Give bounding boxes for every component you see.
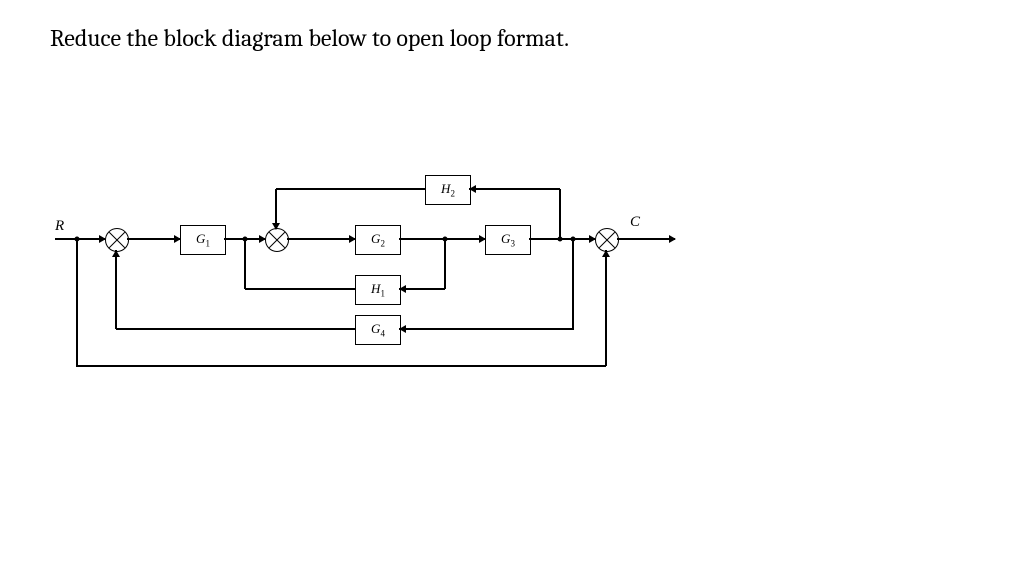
output-label: C bbox=[630, 214, 640, 231]
wire bbox=[244, 239, 246, 289]
wire bbox=[115, 250, 117, 329]
arrowhead-icon bbox=[469, 185, 476, 193]
arrowhead-icon bbox=[99, 235, 106, 243]
block-diagram: R C G1 G2 G3 H2 H1 G4 bbox=[55, 170, 685, 390]
wire bbox=[116, 328, 355, 330]
arrowhead-icon bbox=[174, 235, 181, 243]
wire bbox=[77, 365, 606, 367]
arrowhead-icon bbox=[259, 235, 266, 243]
arrowhead-icon bbox=[589, 235, 596, 243]
block-g3: G3 bbox=[485, 225, 531, 255]
wire bbox=[276, 188, 425, 190]
wire bbox=[605, 250, 607, 366]
arrowhead-icon bbox=[479, 235, 486, 243]
block-h2: H2 bbox=[425, 175, 471, 205]
wire bbox=[559, 189, 561, 239]
block-g4: G4 bbox=[355, 315, 401, 345]
wire bbox=[444, 239, 446, 289]
wire bbox=[469, 188, 560, 190]
summing-junction-1 bbox=[105, 228, 129, 252]
summing-junction-3 bbox=[595, 228, 619, 252]
arrowhead-icon bbox=[399, 285, 406, 293]
page: Reduce the block diagram below to open l… bbox=[0, 0, 1026, 582]
wire bbox=[127, 238, 180, 240]
wire bbox=[399, 328, 573, 330]
block-g2: G2 bbox=[355, 225, 401, 255]
wire bbox=[76, 239, 78, 367]
block-h1: H1 bbox=[355, 275, 401, 305]
input-label: R bbox=[55, 218, 64, 235]
arrowhead-icon bbox=[399, 325, 406, 333]
wire bbox=[287, 238, 355, 240]
arrowhead-icon bbox=[272, 223, 280, 230]
wire bbox=[245, 288, 355, 290]
wire bbox=[55, 238, 105, 240]
wire bbox=[617, 238, 675, 240]
block-g1: G1 bbox=[180, 225, 226, 255]
arrowhead-icon bbox=[669, 235, 676, 243]
instruction-text: Reduce the block diagram below to open l… bbox=[50, 24, 569, 52]
summing-junction-2 bbox=[265, 228, 289, 252]
arrowhead-icon bbox=[112, 250, 120, 257]
wire bbox=[572, 239, 574, 330]
arrowhead-icon bbox=[602, 250, 610, 257]
arrowhead-icon bbox=[349, 235, 356, 243]
